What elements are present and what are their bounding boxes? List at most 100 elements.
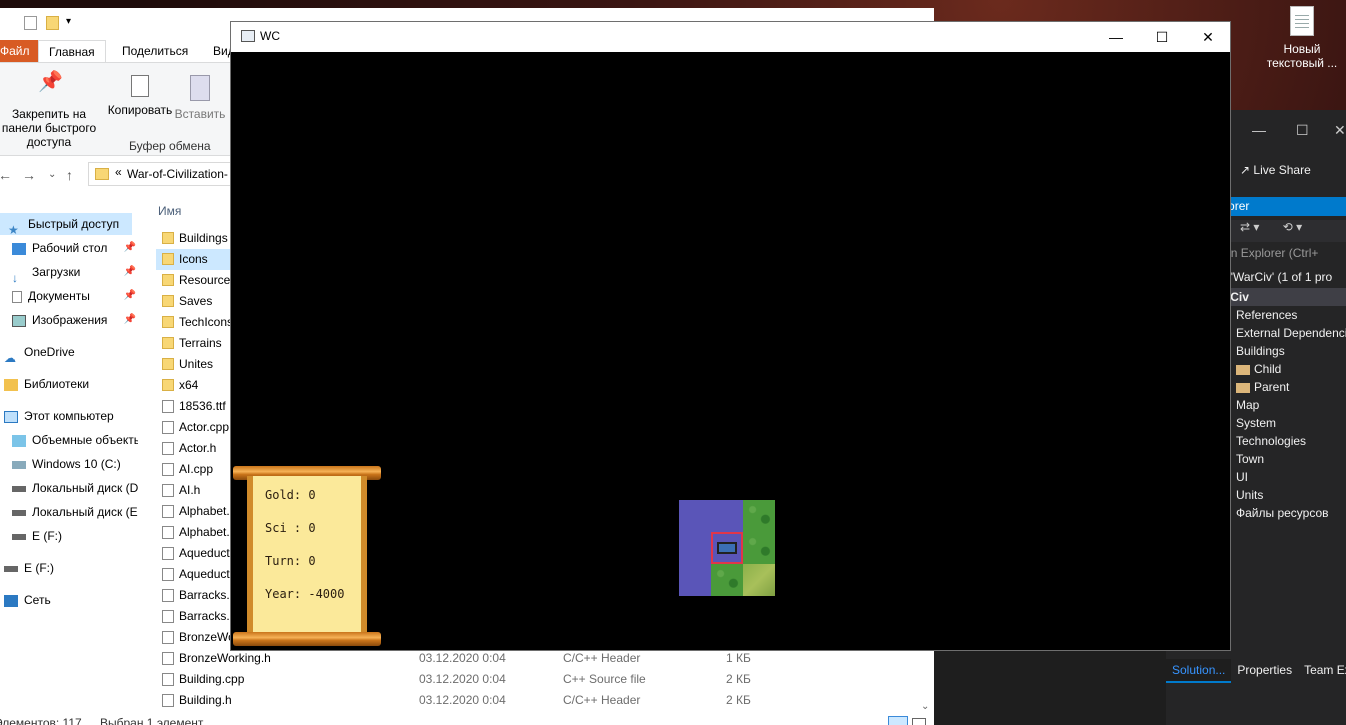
file-type: C/C++ Header [563,693,641,707]
close-icon[interactable]: ✕ [1334,122,1346,139]
game-canvas[interactable]: Gold: 0 Sci : 0 Turn: 0 Year: -4000 [231,52,1230,650]
forest-tile[interactable] [711,564,743,596]
tree-item[interactable]: Technologies [1230,432,1346,450]
pin-button[interactable]: 📌 Закрепить на панели быстрого доступа [0,72,104,149]
folder-icon [162,232,174,244]
back-icon[interactable]: ← [0,167,12,183]
tree-item[interactable]: Child [1230,360,1346,378]
tree-item[interactable]: Units [1230,486,1346,504]
tiles-view-icon[interactable] [912,718,926,725]
file-name: Buildings [179,231,228,245]
tab-home[interactable]: Главная [38,40,106,62]
copy-icon [131,75,149,97]
forward-icon[interactable]: → [22,167,36,183]
tree-item-label: Units [1236,488,1264,502]
nav-drive-c[interactable]: Windows 10 (C:) [0,453,138,475]
tab-file[interactable]: Файл [0,40,38,62]
desktop-icon-new-text-file[interactable]: Новый текстовый ... [1262,4,1342,70]
nav-pictures[interactable]: Изображения 📌 [0,309,138,331]
nav-drive-e[interactable]: Локальный диск (E [0,501,138,523]
pictures-icon [12,314,26,327]
nav-drive-d[interactable]: Локальный диск (D [0,477,138,499]
tab-team-explorer[interactable]: Team Ex [1298,659,1346,683]
live-share-button[interactable]: ↗ Live Share [1240,163,1311,177]
vs-lower-panel: Solution... Properties Team Ex [1166,651,1346,725]
file-row[interactable]: Building.h 03.12.2020 0:04 C/C++ Header 2 К… [156,690,926,711]
network-icon [4,594,18,607]
tree-item-label: Parent [1254,380,1290,394]
tree-item[interactable]: References [1230,306,1346,324]
file-name: Icons [179,252,208,266]
quick-access-dropdown-icon[interactable]: ▾ [66,16,71,27]
scroll-down-icon[interactable]: ⌄ [921,701,929,712]
folder-icon[interactable] [46,16,59,30]
computer-icon [4,410,18,423]
tree-item-project[interactable]: WarCiv [1230,288,1346,306]
water-tile[interactable] [679,500,711,532]
minimize-icon[interactable]: — [1252,122,1266,138]
nav-documents[interactable]: Документы 📌 [0,285,138,307]
sync-icon[interactable]: ⇄ ▾ [1240,220,1259,234]
up-icon[interactable]: ↑ [66,167,73,183]
solution-node[interactable]: Solution 'WarCiv' (1 of 1 pro [1184,270,1332,284]
nav-label: Изображения [32,313,108,327]
tree-item[interactable]: System [1230,414,1346,432]
maximize-icon[interactable]: ☐ [1139,24,1185,50]
tree-item[interactable]: Файлы ресурсов [1230,504,1346,522]
forest-tile[interactable] [743,500,775,532]
tree-item[interactable]: Map [1230,396,1346,414]
maximize-icon[interactable]: ☐ [1296,122,1309,139]
nav-downloads[interactable]: ↓ Загрузки 📌 [0,261,138,283]
tree-item[interactable]: External Dependencie [1230,324,1346,342]
nav-3d-objects[interactable]: Объемные объекты [0,429,138,451]
tree-item[interactable]: Buildings [1230,342,1346,360]
file-icon [162,631,174,644]
file-name: Barracks.h [179,609,237,623]
minimize-icon[interactable]: — [1093,24,1139,50]
nav-network[interactable]: Сеть [0,589,138,611]
forest-tile[interactable] [743,532,775,564]
nav-quick-access[interactable]: ★ Быстрый доступ [0,213,132,235]
close-icon[interactable]: ✕ [1185,24,1231,50]
copy-button[interactable]: Копировать [106,75,174,117]
tab-properties[interactable]: Properties [1231,659,1298,683]
tab-solution[interactable]: Solution... [1166,659,1232,683]
tree-item[interactable]: Parent [1230,378,1346,396]
file-row[interactable]: Building.cpp 03.12.2020 0:04 C++ Source fi… [156,669,926,690]
tree-item[interactable]: UI [1230,468,1346,486]
file-name: Saves [179,294,213,308]
nav-libraries[interactable]: Библиотеки [0,373,138,395]
details-view-icon[interactable] [888,716,908,725]
cube-icon [12,434,26,447]
water-tile[interactable] [711,500,743,532]
nav-onedrive[interactable]: ☁ OneDrive [0,341,138,363]
properties-icon[interactable] [24,16,37,30]
map-tiles[interactable] [679,500,775,596]
nav-drive-f-root[interactable]: E (F:) [0,557,138,579]
nav-label: Сеть [24,593,51,607]
nav-drive-f[interactable]: E (F:) [0,525,138,547]
paste-button[interactable]: Вставить [174,75,226,121]
history-icon[interactable]: ⟲ ▾ [1283,220,1302,234]
solution-tree: WarCiv References External Dependencie B… [1230,288,1346,522]
nav-desktop[interactable]: Рабочий стол 📌 [0,237,138,259]
tree-item[interactable]: Town [1230,450,1346,468]
plains-tile[interactable] [743,564,775,596]
tab-share[interactable]: Поделиться [112,40,198,62]
file-icon [162,484,174,497]
water-tile[interactable] [679,564,711,596]
recent-dropdown-icon[interactable]: ⌄ [48,169,56,180]
column-header-name[interactable]: Имя [158,204,181,218]
folder-icon [162,358,174,370]
selected-unit[interactable] [711,532,743,564]
solution-search-input[interactable]: Solution Explorer (Ctrl+ [1230,246,1346,266]
solution-explorer-header: Solution Explorer [1158,197,1346,216]
settler-unit-icon [717,542,737,554]
folder-row[interactable]: Icons [156,249,236,270]
pin-label: Закрепить на панели быстрого доступа [1,107,97,149]
download-icon: ↓ [12,270,18,283]
file-date: 03.12.2020 0:04 [419,693,506,707]
water-tile[interactable] [679,532,711,564]
nav-this-pc[interactable]: Этот компьютер [0,405,138,427]
file-row[interactable]: BronzeWorking.h 03.12.2020 0:04 C/C++ Head… [156,648,926,669]
